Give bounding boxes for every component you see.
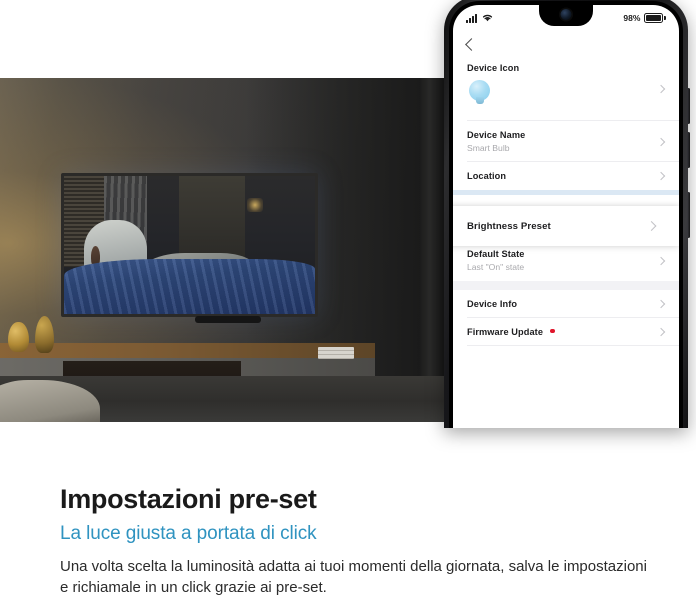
- list-item-firmware-update[interactable]: Firmware Update: [453, 318, 679, 346]
- tv-screen: [64, 176, 315, 314]
- caption-subtitle: La luce giusta a portata di click: [60, 523, 317, 544]
- list-item-label: Default State: [467, 249, 525, 259]
- list-divider: [467, 345, 679, 346]
- list-item-device-info[interactable]: Device Info: [453, 290, 679, 318]
- chevron-right-icon: [656, 299, 666, 309]
- list-item-location[interactable]: Location: [453, 162, 679, 190]
- list-item-brightness-preset-highlighted[interactable]: Brightness Preset: [453, 206, 679, 246]
- door-frame: [419, 78, 445, 422]
- chevron-right-icon: [646, 221, 657, 231]
- smartphone-mockup: 98% Device Icon Device Name Smart Bulb L…: [444, 0, 690, 428]
- chevron-right-icon: [656, 256, 666, 265]
- caption-title: Impostazioni pre-set: [60, 484, 317, 514]
- front-camera-icon: [560, 9, 572, 20]
- lifestyle-photo: [0, 78, 455, 422]
- power-button[interactable]: [687, 192, 690, 238]
- caption-block: Impostazioni pre-set La luce giusta a po…: [60, 484, 656, 599]
- list-item-label: Brightness Preset: [467, 220, 551, 232]
- list-item-device-icon[interactable]: Device Icon: [453, 57, 679, 121]
- wifi-icon: [482, 13, 493, 24]
- list-item-default-state[interactable]: Default State Last "On" state: [453, 240, 679, 281]
- list-item-value: Last "On" state: [467, 262, 525, 272]
- chevron-right-icon: [656, 84, 666, 94]
- chevron-right-icon: [656, 171, 666, 181]
- list-item-label: Firmware Update: [467, 327, 653, 337]
- tv-stand-foot: [194, 316, 261, 323]
- list-item-label: Location: [467, 171, 507, 181]
- volume-down-button[interactable]: [687, 132, 690, 168]
- list-item-label-text: Firmware Update: [467, 327, 544, 337]
- tv-scene-lamp: [247, 198, 264, 213]
- list-item-device-name[interactable]: Device Name Smart Bulb: [453, 121, 679, 162]
- list-item-value: Smart Bulb: [467, 143, 510, 153]
- cellular-signal-icon: [466, 13, 477, 23]
- status-bar-right: 98%: [623, 13, 666, 23]
- tv-scene-window: [179, 176, 245, 262]
- back-chevron-icon[interactable]: [465, 37, 478, 51]
- device-settings-list: Device Icon Device Name Smart Bulb Locat…: [453, 57, 679, 346]
- list-item-label: Device Name: [467, 130, 526, 140]
- battery-percent-label: 98%: [623, 13, 641, 23]
- navigation-bar: [453, 31, 679, 57]
- lightbulb-icon: [467, 80, 493, 110]
- status-bar-left: [466, 13, 493, 24]
- chevron-right-icon: [656, 137, 666, 146]
- battery-icon: [644, 13, 666, 23]
- list-item-label: Device Icon: [467, 63, 520, 73]
- list-group-separator: [453, 281, 679, 290]
- phone-screen: 98% Device Icon Device Name Smart Bulb L…: [453, 5, 679, 428]
- decor-books: [318, 347, 354, 359]
- volume-up-button[interactable]: [687, 88, 690, 124]
- chevron-right-icon: [656, 327, 666, 337]
- tv-scene-blanket-folds: [64, 258, 315, 314]
- caption-body: Una volta scelta la luminosità adatta ai…: [60, 558, 647, 597]
- promo-page: 98% Device Icon Device Name Smart Bulb L…: [0, 0, 696, 608]
- list-item-label: Device Info: [467, 299, 518, 309]
- television: [61, 173, 318, 317]
- decor-vase-left: [8, 322, 29, 352]
- update-badge-dot: [550, 328, 555, 333]
